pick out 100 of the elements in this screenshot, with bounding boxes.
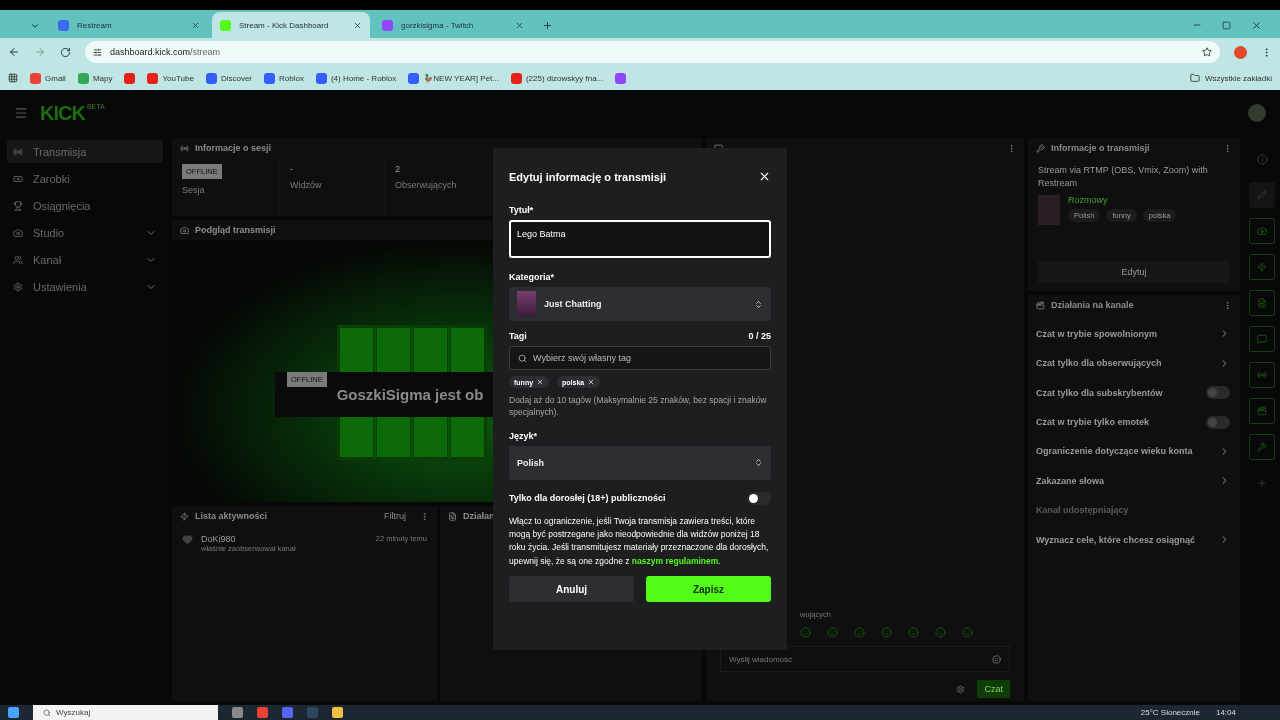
panel-title: Informacje o sesji bbox=[195, 143, 272, 153]
document-icon bbox=[448, 511, 457, 521]
channel-action-row[interactable]: Wyznacz cele, które chcesz osiągnąć bbox=[1028, 524, 1240, 555]
maximize-icon[interactable] bbox=[1222, 20, 1231, 30]
stat-value: 2 bbox=[395, 164, 401, 174]
sidebar-item[interactable]: Studio bbox=[7, 221, 163, 244]
sidebar-item[interactable]: Zarobki bbox=[7, 167, 163, 190]
site-favicon-icon bbox=[147, 72, 159, 84]
menu-icon[interactable] bbox=[14, 106, 28, 120]
video-icon bbox=[1036, 300, 1045, 310]
language-select[interactable]: Polish bbox=[509, 445, 771, 480]
app-icon[interactable] bbox=[282, 707, 293, 718]
document-icon[interactable] bbox=[1249, 290, 1275, 316]
app-icon[interactable] bbox=[332, 707, 343, 718]
back-icon[interactable] bbox=[8, 46, 20, 58]
remove-icon[interactable] bbox=[536, 378, 545, 386]
channel-action-row[interactable]: Ograniczenie dotyczące wieku konta bbox=[1028, 436, 1240, 467]
weather-text: 25°C Słonecznie bbox=[1140, 708, 1200, 717]
title-input[interactable]: Lego Batma bbox=[509, 220, 771, 258]
site-favicon-icon bbox=[58, 19, 69, 31]
category-thumbnail bbox=[517, 291, 536, 317]
toggle-switch[interactable] bbox=[1206, 386, 1230, 400]
channel-action-row[interactable]: Czat tylko dla subskrybentów bbox=[1028, 377, 1240, 408]
all-bookmarks-button[interactable]: Wszystkie zakładki bbox=[1189, 73, 1272, 83]
panel-title: Podgląd transmisji bbox=[195, 225, 276, 235]
site-settings-icon[interactable] bbox=[93, 47, 102, 57]
sidebar-item[interactable]: Osiągnięcia bbox=[7, 194, 163, 217]
profile-avatar[interactable] bbox=[1234, 45, 1247, 59]
tab-search-icon[interactable] bbox=[30, 21, 40, 31]
toggle-switch[interactable] bbox=[1206, 415, 1230, 429]
reload-icon[interactable] bbox=[60, 46, 71, 58]
tag-placeholder: Wybierz swój własny tag bbox=[533, 353, 632, 363]
close-icon[interactable] bbox=[758, 170, 771, 183]
taskbar-search[interactable]: Wyszukaj bbox=[33, 705, 218, 720]
sort-caret-icon bbox=[754, 458, 763, 468]
remove-icon[interactable] bbox=[587, 378, 596, 386]
category-select[interactable]: Just Chatting bbox=[509, 287, 771, 321]
sidebar-item[interactable]: Kanał bbox=[7, 248, 163, 271]
bookmark[interactable]: 🦆NEW YEAR] Pet... bbox=[408, 72, 499, 84]
bookmark[interactable]: (225) dizowskyy fna... bbox=[510, 72, 604, 84]
user-avatar[interactable] bbox=[1248, 104, 1266, 122]
sidebar-item[interactable]: Ustawienia bbox=[7, 275, 163, 298]
broadcast-icon bbox=[13, 146, 23, 157]
field-label: Język* bbox=[509, 430, 538, 441]
bookmark[interactable] bbox=[615, 72, 627, 84]
bookmark[interactable] bbox=[124, 72, 136, 84]
folder-icon bbox=[1189, 73, 1200, 83]
tag-search-field[interactable]: Wybierz swój własny tag bbox=[509, 346, 771, 370]
bookmark[interactable]: (4) Home - Roblox bbox=[315, 72, 397, 84]
channel-action-row[interactable]: Czat tylko dla obserwujących bbox=[1028, 348, 1240, 378]
field-label: Tagi bbox=[509, 331, 527, 341]
heart-icon bbox=[182, 534, 193, 545]
new-tab-icon[interactable] bbox=[542, 19, 553, 31]
filter-button[interactable]: Filtruj bbox=[384, 511, 406, 521]
app-icon[interactable] bbox=[232, 707, 243, 718]
edit-button[interactable]: Edytuj bbox=[1038, 261, 1230, 284]
camera-icon bbox=[180, 225, 189, 235]
more-icon[interactable] bbox=[420, 511, 429, 521]
stat-value: - bbox=[290, 164, 294, 174]
more-icon[interactable] bbox=[1223, 143, 1232, 153]
bookmark[interactable]: Discover bbox=[205, 72, 252, 84]
cancel-button[interactable]: Anuluj bbox=[509, 576, 634, 603]
app-icon[interactable] bbox=[257, 707, 268, 718]
channel-action-row[interactable]: Czat w trybie tylko emotek bbox=[1028, 407, 1240, 437]
browser-tab[interactable]: Stream - Kick Dashboard bbox=[212, 12, 370, 38]
bookmark[interactable]: YouTube bbox=[147, 72, 194, 84]
bookmark[interactable]: Roblox bbox=[264, 72, 304, 84]
apps-icon[interactable] bbox=[8, 73, 18, 83]
settings-icon[interactable] bbox=[956, 684, 966, 694]
follower-name: DoKi980 bbox=[201, 534, 237, 544]
site-favicon-icon bbox=[77, 72, 89, 84]
save-button[interactable]: Zapisz bbox=[646, 576, 771, 603]
site-favicon-icon bbox=[124, 72, 136, 84]
search-icon bbox=[43, 708, 51, 717]
stream-title: Stream via RTMP (OBS, Vmix, Zoom) with Restream bbox=[1038, 164, 1209, 190]
bookmark-star-icon[interactable] bbox=[1202, 47, 1212, 57]
site-favicon-icon bbox=[382, 19, 393, 31]
send-button[interactable]: Czat bbox=[977, 680, 1010, 698]
channel-action-row[interactable]: Zakazane słowa bbox=[1028, 466, 1240, 496]
site-favicon-icon bbox=[615, 72, 627, 84]
users-icon bbox=[13, 254, 23, 265]
channel-action-row[interactable]: Czat w trybie spowolnionym bbox=[1028, 319, 1240, 349]
address-field[interactable]: dashboard.kick.com/stream bbox=[85, 41, 1220, 63]
bookmark[interactable]: Mapy bbox=[77, 72, 113, 84]
toggle-label: Tylko dla dorosłej (18+) publiczności bbox=[509, 493, 666, 504]
bookmark[interactable]: Gmail bbox=[30, 72, 66, 84]
more-icon[interactable] bbox=[1007, 143, 1016, 153]
browser-tab[interactable]: Restream bbox=[50, 12, 208, 38]
site-favicon-icon bbox=[30, 72, 41, 84]
windows-start-icon[interactable] bbox=[8, 707, 19, 718]
adult-toggle[interactable] bbox=[747, 491, 771, 505]
search-icon bbox=[518, 353, 527, 363]
site-favicon-icon bbox=[510, 72, 522, 84]
panel-title: Informacje o transmisji bbox=[1051, 143, 1150, 153]
video-icon[interactable] bbox=[1249, 398, 1275, 424]
more-icon[interactable] bbox=[1223, 300, 1232, 310]
browser-tab[interactable]: gorzkisigma - Twitch bbox=[374, 12, 532, 38]
chat-input[interactable]: Wyślij wiadomość bbox=[720, 646, 1010, 672]
sort-caret-icon bbox=[754, 299, 763, 309]
emoji-icon[interactable] bbox=[992, 654, 1001, 664]
